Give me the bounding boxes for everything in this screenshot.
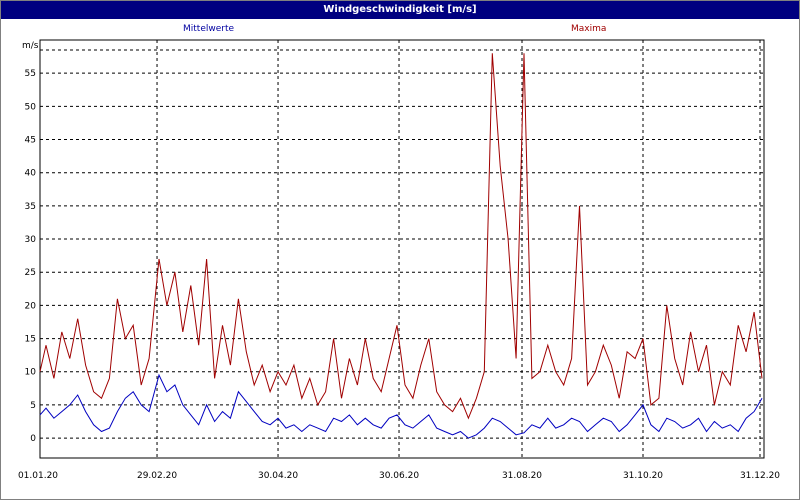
y-tick-label: 0: [30, 434, 36, 444]
y-tick-label: 10: [25, 368, 37, 378]
y-tick-labels: 0 5 10 15 20 25 30 35 40 45 50 55: [25, 69, 37, 444]
x-tick-label: 01.01.20: [18, 471, 58, 481]
y-tick-label: 15: [25, 335, 36, 345]
x-tick-label: 31.08.20: [502, 471, 542, 481]
y-tick-label: 50: [25, 102, 37, 112]
y-tick-label: 5: [30, 401, 36, 411]
legend-maxima: Maxima: [571, 24, 607, 34]
plot-area: [39, 39, 765, 459]
y-tick-label: 40: [25, 169, 37, 179]
y-tick-label: 45: [25, 136, 36, 146]
x-tick-label: 29.02.20: [137, 471, 177, 481]
y-tick-label: 20: [25, 301, 37, 311]
y-tick-label: 25: [25, 268, 36, 278]
x-tick-label: 31.10.20: [623, 471, 663, 481]
x-tick-label: 31.12.20: [740, 471, 780, 481]
y-tick-label: 30: [25, 235, 37, 245]
y-tick-label: 55: [25, 69, 36, 79]
y-axis-label: m/s: [22, 41, 39, 51]
x-tick-labels: 01.01.20 29.02.20 30.04.20 30.06.20 31.08.20…: [18, 471, 780, 481]
x-tick-label: 30.04.20: [258, 471, 298, 481]
legend-mittelwerte: Mittelwerte: [183, 24, 235, 34]
y-tick-label: 35: [25, 202, 36, 212]
wind-speed-chart: 0 5 10 15 20 25 30 35 40 45 50 55 01.01.20 29.02.20 3…: [18, 39, 780, 481]
x-tick-label: 30.06.20: [379, 471, 419, 481]
